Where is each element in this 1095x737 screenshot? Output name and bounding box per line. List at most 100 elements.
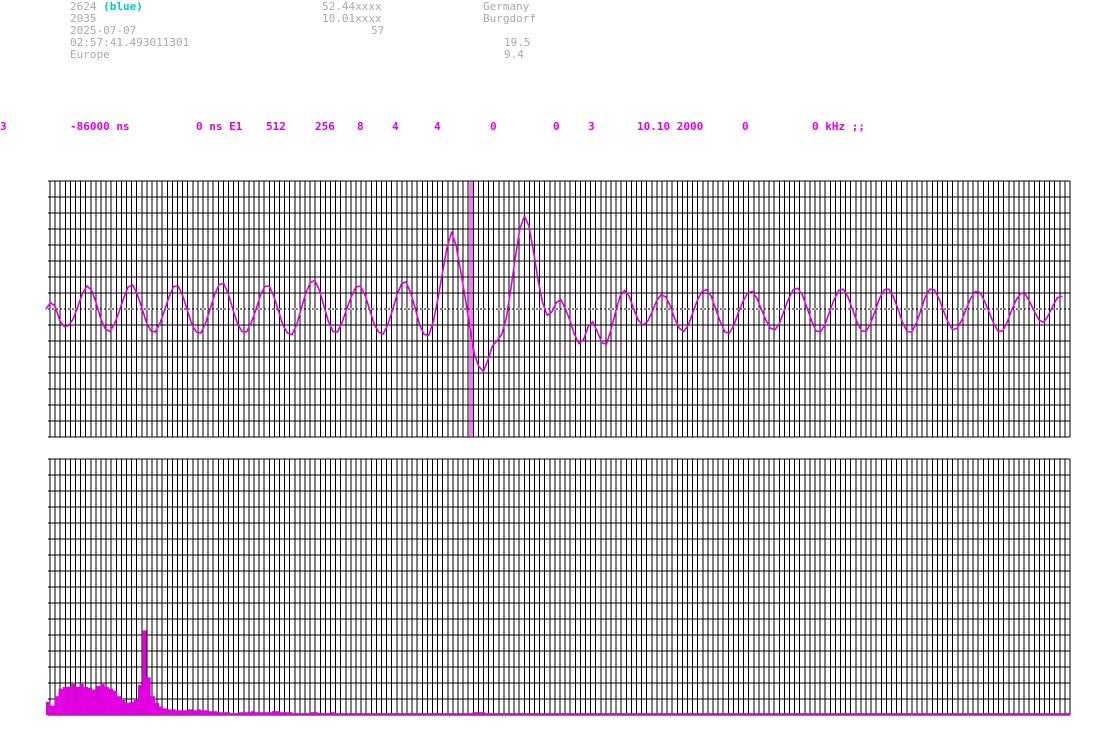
- spectrum-bar: [434, 713, 440, 715]
- spectrum-bar: [87, 687, 93, 715]
- spectrum-bar: [326, 713, 331, 715]
- waveform-sample: [81, 293, 83, 295]
- waveform-sample: [551, 311, 553, 313]
- spectrum-bar: [367, 713, 373, 715]
- waveform-sample: [692, 311, 694, 313]
- waveform-sample: [970, 297, 972, 299]
- waveform-sample: [942, 310, 945, 312]
- waveform-sample: [150, 330, 152, 332]
- waveform-sample: [327, 321, 330, 323]
- waveform-sample: [706, 289, 708, 291]
- waveform-sample: [305, 293, 307, 295]
- waveform-sample: [756, 297, 758, 299]
- spectrum-bar: [342, 713, 348, 715]
- waveform-sample: [988, 311, 990, 313]
- waveform-sample: [569, 319, 571, 321]
- waveform-sample: [268, 285, 270, 287]
- waveform-sample: [514, 257, 516, 259]
- waveform-sample: [788, 298, 790, 300]
- waveform-sample: [856, 321, 858, 323]
- spectrum-bar: [769, 713, 774, 715]
- spectrum-bar: [480, 712, 486, 715]
- waveform-sample: [879, 297, 881, 299]
- spectrum-bar: [514, 713, 519, 715]
- spectrum-bar: [175, 710, 180, 715]
- spectrum-bar: [188, 709, 193, 715]
- spectrum-bar: [873, 713, 878, 715]
- waveform-sample: [751, 290, 753, 292]
- waveform-sample: [368, 308, 371, 310]
- waveform-sample: [259, 295, 261, 297]
- spectrum-bar: [965, 713, 970, 715]
- waveform-sample: [883, 289, 885, 291]
- waveform-sample: [983, 300, 986, 302]
- waveform-sample: [669, 305, 671, 307]
- spectrum-bar: [150, 696, 155, 715]
- waveform-sample: [218, 284, 220, 286]
- spectrum-bar: [167, 709, 172, 715]
- waveform-sample: [337, 331, 339, 333]
- spectrum-bar: [731, 713, 736, 715]
- waveform-sample: [715, 308, 717, 310]
- spectrum-bar: [443, 713, 448, 715]
- spectrum-bar: [125, 702, 130, 715]
- spectrum-bar: [267, 712, 272, 715]
- waveform-sample: [601, 342, 603, 344]
- spectrum-bar: [564, 713, 569, 715]
- waveform-sample: [136, 293, 138, 295]
- spectrum-bar: [677, 713, 682, 715]
- spectrum-bar: [668, 713, 674, 715]
- waveform-sample: [501, 334, 503, 336]
- waveform-sample: [455, 244, 457, 246]
- spectrum-bar: [526, 713, 532, 715]
- waveform-sample: [296, 324, 298, 326]
- spectrum-bar: [957, 713, 962, 715]
- waveform-sample: [1011, 309, 1013, 311]
- spectrum-bar: [815, 713, 820, 715]
- waveform-sample: [897, 308, 899, 310]
- waveform-sample: [104, 328, 106, 330]
- spectrum-bar: [911, 713, 916, 715]
- waveform-sample: [45, 308, 47, 310]
- waveform-sample: [583, 338, 585, 340]
- spectrum-bar: [183, 710, 189, 715]
- waveform-sample: [428, 334, 430, 336]
- waveform-sample: [400, 283, 402, 285]
- spectrum-bar: [275, 711, 281, 715]
- spectrum-bar: [973, 713, 979, 715]
- waveform-sample: [532, 250, 535, 252]
- spectrum-bar: [748, 713, 753, 715]
- spectrum-bar: [723, 713, 728, 715]
- waveform-sample: [191, 323, 193, 325]
- spectrum-bar: [547, 713, 552, 715]
- spectrum-bar: [535, 713, 540, 715]
- waveform-sample: [847, 296, 849, 298]
- spectrum-bar: [75, 686, 80, 715]
- spectrum-bar: [430, 713, 435, 715]
- waveform-sample: [833, 298, 835, 300]
- spectrum-bar: [969, 713, 975, 715]
- waveform-sample: [765, 319, 767, 321]
- waveform-sample: [1034, 311, 1036, 313]
- spectrum-panel: [46, 458, 1071, 716]
- spectrum-bar: [351, 713, 356, 715]
- waveform-sample: [300, 308, 302, 310]
- waveform-sample: [1020, 292, 1022, 294]
- spectrum-bar: [472, 712, 477, 715]
- spectrum-bar: [54, 696, 59, 715]
- waveform-sample: [774, 329, 776, 331]
- spectrum-bar: [200, 710, 206, 715]
- waveform-sample: [72, 318, 74, 320]
- spectrum-bar: [698, 713, 703, 715]
- waveform-sample: [979, 291, 981, 293]
- waveform-sample: [555, 302, 557, 304]
- spectrum-bar: [852, 713, 858, 715]
- spectrum-bar: [154, 702, 160, 715]
- spectrum-bar: [923, 713, 929, 715]
- waveform-sample: [95, 302, 97, 304]
- spectrum-bar: [551, 713, 557, 715]
- spectrum-bar: [706, 713, 711, 715]
- spectrum-bar: [597, 713, 603, 715]
- spectrum-bar: [539, 713, 544, 715]
- spectrum-bar: [614, 713, 619, 715]
